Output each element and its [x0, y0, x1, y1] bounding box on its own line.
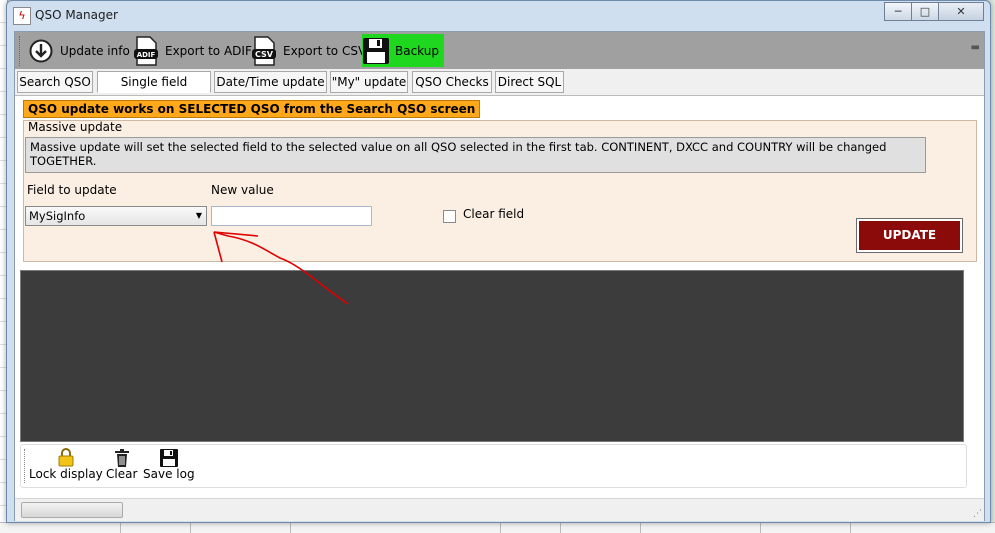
lock-display-button[interactable]: Lock display [29, 447, 103, 481]
window-controls: ─ □ ✕ [884, 2, 984, 21]
clear-console-button[interactable]: Clear [106, 447, 137, 481]
log-console[interactable] [20, 270, 964, 442]
chevron-down-icon: ▼ [195, 211, 202, 220]
resize-grip-icon[interactable]: ⋰ [973, 509, 982, 519]
maximize-button[interactable]: □ [911, 2, 939, 21]
new-value-label: New value [211, 183, 274, 197]
horizontal-scrollbar[interactable] [21, 502, 123, 518]
export-csv-button[interactable]: CSV Export to CSV [250, 34, 366, 67]
console-toolbar: Lock display Clear Save log [20, 444, 967, 488]
minimize-button[interactable]: ─ [884, 2, 912, 21]
tab-search-qso[interactable]: Search QSO [17, 71, 93, 93]
clear-field-label[interactable]: Clear field [463, 207, 524, 221]
tab-date-time-update[interactable]: Date/Time update [214, 71, 327, 93]
lock-icon [58, 447, 74, 467]
lock-display-label: Lock display [29, 467, 103, 481]
qso-manager-window: ϟ QSO Manager ─ □ ✕ Update info ADIF Exp… [6, 0, 991, 523]
field-to-update-select[interactable]: MySigInfo ▼ [25, 206, 207, 226]
adif-file-icon: ADIF [132, 35, 160, 66]
close-button[interactable]: ✕ [938, 2, 984, 21]
app-icon: ϟ [13, 7, 31, 25]
save-log-label: Save log [143, 467, 195, 481]
toolbar-grip[interactable] [19, 36, 22, 66]
floppy-disk-icon [159, 447, 178, 467]
backup-button[interactable]: Backup [362, 34, 444, 67]
group-title: Massive update [28, 120, 123, 134]
new-value-input[interactable] [211, 206, 372, 226]
massive-update-group: Massive update Massive update will set t… [23, 120, 977, 262]
toolbar-overflow-grip[interactable]: ▬ [971, 42, 980, 53]
clear-console-label: Clear [106, 467, 138, 481]
update-info-label: Update info [60, 43, 130, 58]
save-log-button[interactable]: Save log [143, 447, 195, 481]
title-bar[interactable]: ϟ QSO Manager ─ □ ✕ [7, 1, 990, 29]
window-title: QSO Manager [35, 8, 118, 22]
client-area: Update info ADIF Export to ADIF CSV Expo… [14, 31, 985, 521]
export-adif-button[interactable]: ADIF Export to ADIF [132, 34, 252, 67]
background-app-strip-bottom [0, 522, 995, 533]
main-toolbar: Update info ADIF Export to ADIF CSV Expo… [15, 32, 984, 69]
export-adif-label: Export to ADIF [165, 43, 252, 58]
backup-label: Backup [395, 43, 439, 58]
status-bar: ⋰ [15, 498, 984, 521]
tab-direct-sql[interactable]: Direct SQL [495, 71, 564, 93]
single-field-update-panel: QSO update works on SELECTED QSO from th… [15, 95, 984, 510]
download-icon [27, 37, 55, 65]
field-to-update-label: Field to update [27, 183, 117, 197]
tab-single-field-update[interactable]: Single field update [97, 71, 211, 109]
adif-badge-text: ADIF [137, 51, 156, 59]
clear-field-checkbox[interactable] [443, 210, 456, 223]
field-to-update-value: MySigInfo [29, 209, 86, 223]
tab-my-update[interactable]: "My" update [330, 71, 408, 93]
floppy-disk-icon [362, 37, 390, 65]
massive-update-description: Massive update will set the selected fie… [25, 137, 926, 173]
tab-strip: Search QSO Single field update Date/Time… [15, 71, 984, 109]
trash-icon [114, 447, 129, 467]
tab-qso-checks[interactable]: QSO Checks [412, 71, 492, 93]
selected-qso-notice: QSO update works on SELECTED QSO from th… [23, 100, 481, 118]
console-toolbar-grip[interactable] [24, 449, 26, 483]
update-info-button[interactable]: Update info [27, 34, 130, 67]
update-button[interactable]: UPDATE [856, 218, 963, 253]
csv-badge-text: CSV [255, 50, 274, 59]
export-csv-label: Export to CSV [283, 43, 367, 58]
csv-file-icon: CSV [250, 35, 278, 66]
